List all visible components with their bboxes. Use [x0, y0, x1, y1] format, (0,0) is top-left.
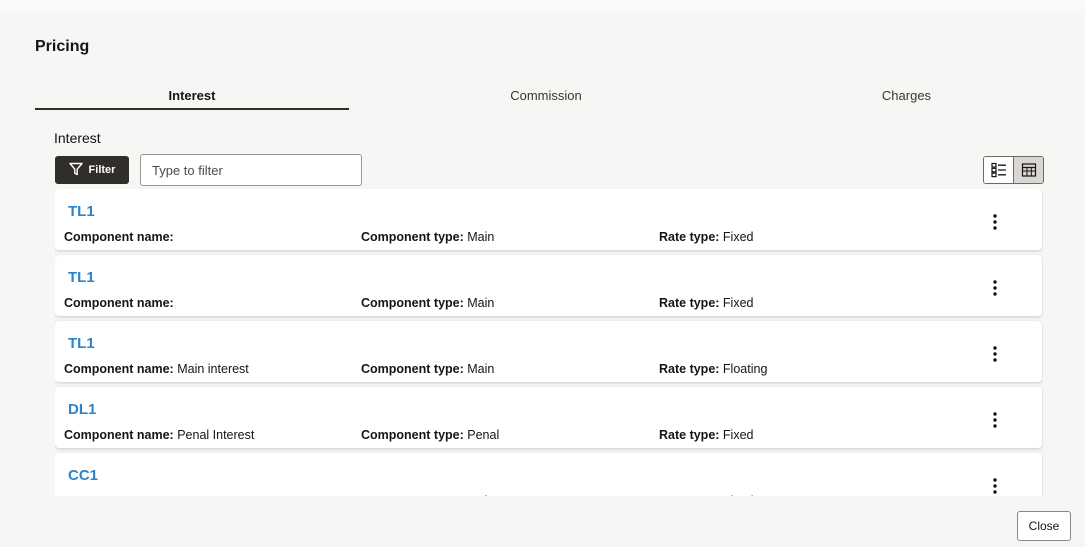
rate-type-label: Rate type:: [659, 494, 719, 496]
rate-type-field: Rate type: Fixed: [659, 230, 754, 244]
component-name-value: Penal Interest: [177, 428, 255, 442]
component-type-value: Main: [467, 230, 495, 244]
rate-type-field: Rate type: Fixed: [659, 296, 754, 310]
rate-type-value: Floating: [723, 494, 767, 496]
tab-commission[interactable]: Commission: [349, 80, 743, 110]
component-type-field: Component type: Main: [361, 230, 494, 244]
view-toggle: [983, 156, 1044, 184]
component-name-label: Component name:: [64, 296, 174, 310]
filter-button-label: Filter: [88, 164, 116, 176]
rate-type-label: Rate type:: [659, 362, 720, 376]
component-name-field: Component name:: [64, 494, 174, 496]
rate-type-value: Floating: [722, 362, 768, 376]
more-actions-icon[interactable]: [982, 473, 1008, 496]
component-type-value: Main: [467, 362, 495, 376]
component-type-label: Component type:: [361, 362, 464, 376]
list-view-icon[interactable]: [984, 157, 1014, 183]
more-actions-icon[interactable]: [982, 275, 1008, 301]
component-type-value: Penal: [467, 428, 500, 442]
component-name-label: Component name:: [64, 362, 174, 376]
tab-charges[interactable]: Charges: [743, 80, 1070, 110]
rate-type-label: Rate type:: [659, 296, 720, 310]
more-actions-icon[interactable]: [982, 209, 1008, 235]
rate-type-field: Rate type: Fixed: [659, 428, 754, 442]
component-code-link[interactable]: DL1: [68, 401, 96, 418]
component-type-label: Component type:: [361, 230, 464, 244]
component-code-link[interactable]: TL1: [68, 203, 95, 220]
filter-icon: [68, 162, 83, 179]
component-type-value: Main: [467, 494, 494, 496]
rate-type-value: Fixed: [722, 428, 754, 442]
component-name-value: Main interest: [177, 362, 249, 376]
rate-type-label: Rate type:: [659, 230, 720, 244]
filter-button[interactable]: Filter: [55, 156, 129, 184]
component-code-link[interactable]: TL1: [68, 269, 95, 286]
rate-type-value: Fixed: [722, 296, 754, 310]
component-type-value: Main: [467, 296, 495, 310]
component-type-field: Component type: Main: [361, 494, 494, 496]
component-type-field: Component type: Main: [361, 296, 494, 310]
close-button[interactable]: Close: [1017, 511, 1071, 541]
table-view-icon[interactable]: [1014, 157, 1043, 183]
more-actions-icon[interactable]: [982, 407, 1008, 433]
component-name-field: Component name:: [64, 296, 174, 310]
rate-type-field: Rate type: Floating: [659, 494, 767, 496]
component-type-label: Component type:: [361, 428, 464, 442]
component-type-field: Component type: Penal: [361, 428, 499, 442]
more-actions-icon[interactable]: [982, 341, 1008, 367]
rate-type-field: Rate type: Floating: [659, 362, 767, 376]
component-name-field: Component name:: [64, 230, 174, 244]
component-name-label: Component name:: [64, 428, 174, 442]
component-type-field: Component type: Main: [361, 362, 494, 376]
component-name-label: Component name:: [64, 230, 174, 244]
rate-type-label: Rate type:: [659, 428, 720, 442]
section-label: Interest: [54, 130, 101, 146]
pricing-dialog: Pricing Interest Commission Charges Inte…: [0, 14, 1085, 547]
interest-list: TL1 Component name: Component type: Main…: [55, 189, 1043, 496]
filter-input[interactable]: [140, 154, 362, 186]
component-name-field: Component name: Main interest: [64, 362, 249, 376]
component-code-link[interactable]: TL1: [68, 335, 95, 352]
top-strip: [0, 0, 1085, 15]
rate-type-value: Fixed: [722, 230, 754, 244]
dialog-title: Pricing: [35, 38, 90, 55]
list-item[interactable]: CC1 Component name: Component type: Main…: [55, 453, 1042, 496]
component-name-label: Component name:: [64, 494, 174, 496]
component-name-field: Component name: Penal Interest: [64, 428, 254, 442]
list-item[interactable]: TL1 Component name: Main interest Compon…: [55, 321, 1042, 382]
tab-bar: Interest Commission Charges: [35, 80, 1070, 110]
component-type-label: Component type:: [361, 296, 464, 310]
component-code-link[interactable]: CC1: [68, 467, 98, 484]
list-item[interactable]: TL1 Component name: Component type: Main…: [55, 189, 1042, 250]
list-item[interactable]: TL1 Component name: Component type: Main…: [55, 255, 1042, 316]
list-item[interactable]: DL1 Component name: Penal Interest Compo…: [55, 387, 1042, 448]
tab-interest[interactable]: Interest: [35, 80, 349, 110]
component-type-label: Component type:: [361, 494, 464, 496]
